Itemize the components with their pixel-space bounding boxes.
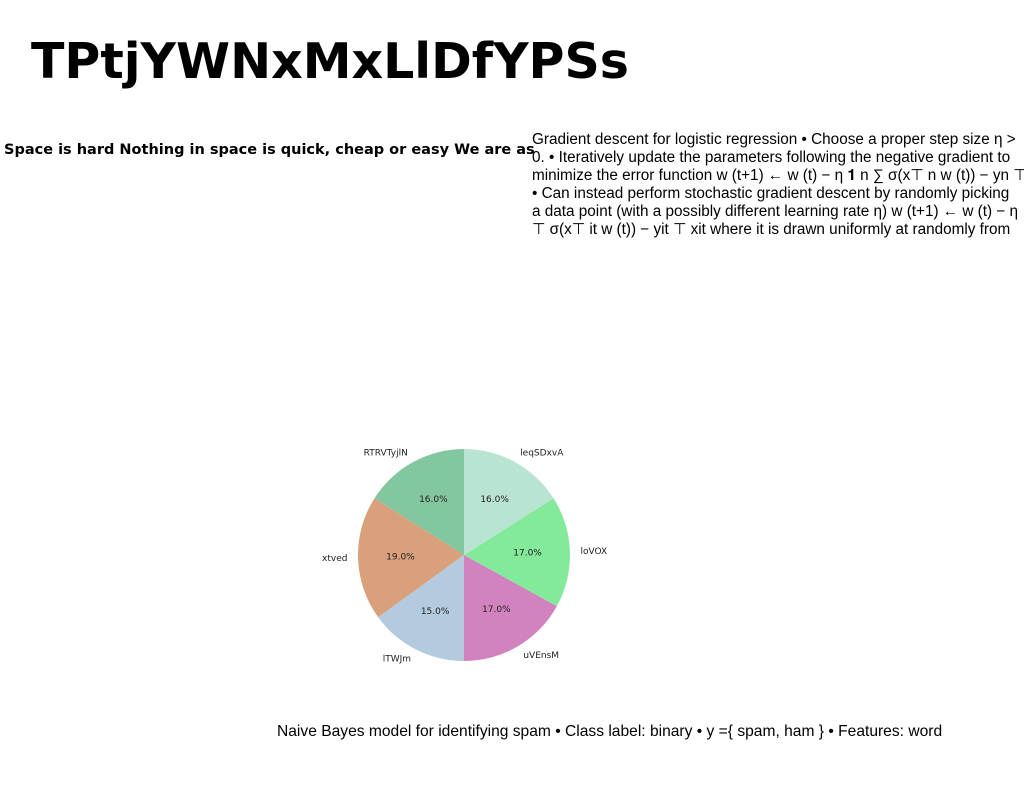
right-text-line: Gradient descent for logistic regression… <box>532 131 1016 148</box>
pie-percent-label: 16.0% <box>419 495 448 505</box>
pie-percent-label: 15.0% <box>421 607 450 617</box>
right-text-line: a data point (with a possibly different … <box>532 203 1019 220</box>
pie-category-label: lTWJm <box>383 654 411 664</box>
caption-text: Naive Bayes model for identifying spam •… <box>277 723 943 740</box>
page-title: TPtjYWNxMxLlDfYPSs <box>31 33 629 90</box>
pie-chart-svg: 16.0% RTRVTyjlN 19.0% xtved 15.0% lTWJm 17.0% u… <box>322 448 608 664</box>
pie-category-label: xtved <box>322 554 347 564</box>
pie-category-label: loVOX <box>581 547 608 557</box>
right-text-line: • Can instead perform stochastic gradien… <box>532 185 1010 202</box>
right-text-block: Gradient descent for logistic regression… <box>532 131 1024 239</box>
pie-percent-label: 16.0% <box>480 495 509 505</box>
pie-category-label: leqSDxvA <box>520 448 564 458</box>
right-text-line: minimize the error function w (t+1) ← w … <box>532 167 1024 184</box>
pie-category-label: uVEnsM <box>523 651 559 661</box>
pie-chart: 16.0% RTRVTyjlN 19.0% xtved 15.0% lTWJm 17.0% u… <box>280 400 680 700</box>
right-text-line: ⊤ σ(x⊤ it w (t)) − yit ⊤ xit where it is… <box>532 221 1011 238</box>
pie-percent-label: 19.0% <box>386 553 415 563</box>
left-text-block: Space is hard Nothing in space is quick,… <box>4 142 535 158</box>
pie-category-label: RTRVTyjlN <box>364 448 408 458</box>
pie-percent-label: 17.0% <box>513 549 542 559</box>
right-text-line: 0. • Iteratively update the parameters f… <box>532 149 1011 166</box>
pie-percent-label: 17.0% <box>482 605 511 615</box>
